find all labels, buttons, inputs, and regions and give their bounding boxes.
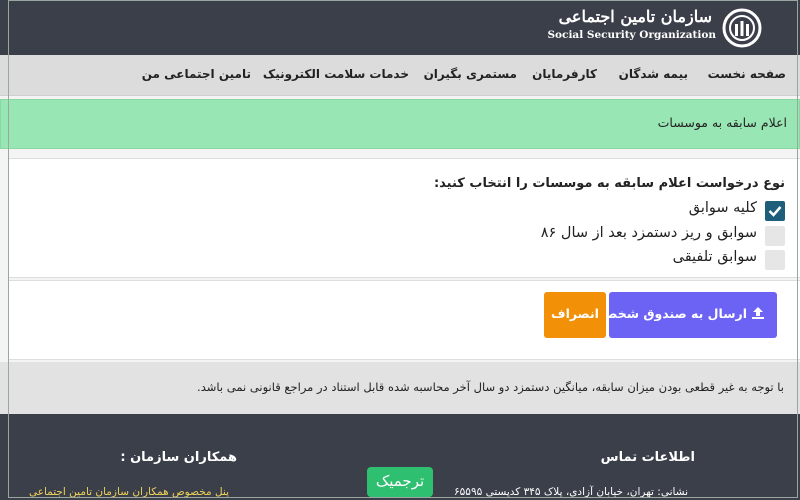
option-all-records[interactable]: کلیه سوابق <box>385 200 785 222</box>
footer-contact-title: اطلاعات تماس <box>600 450 695 465</box>
upload-icon <box>752 307 764 319</box>
disclaimer-text: با توجه به غیر قطعی بودن میزان سابقه، می… <box>197 380 784 394</box>
nav-item-my-sso[interactable]: تامین اجتماعی من <box>142 67 251 81</box>
footer-partners-link[interactable]: پنل مخصوص همکاران سازمان تامین اجتماعی <box>29 486 229 498</box>
send-button-label: ارسال به صندوق شخصی <box>592 306 747 321</box>
option-records-wages-after-86[interactable]: سوابق و ریز دستمزد بعد از سال ۸۶ <box>385 225 785 247</box>
request-type-panel: نوع درخواست اعلام سابقه به موسسات را انت… <box>8 158 800 278</box>
option-combined-records[interactable]: سوابق تلفیقی <box>385 249 785 271</box>
checkbox-combined-records[interactable] <box>765 250 785 270</box>
disclaimer-note: با توجه به غیر قطعی بودن میزان سابقه، می… <box>0 362 800 414</box>
main-nav: صفحه نخست بیمه شدگان کارفرمایان مستمری ب… <box>0 55 800 96</box>
check-icon <box>768 206 782 217</box>
send-to-personal-box-button[interactable]: ارسال به صندوق شخصی <box>593 292 777 338</box>
nav-item-pensioners[interactable]: مستمری بگیران <box>424 67 517 81</box>
cancel-button-label: انصراف <box>551 306 599 321</box>
option-label: سوابق و ریز دستمزد بعد از سال ۸۶ <box>540 225 757 241</box>
checkbox-all-records[interactable] <box>765 201 785 221</box>
nav-item-insured[interactable]: بیمه شدگان <box>619 67 688 81</box>
page-title-band: اعلام سابقه به موسسات <box>0 99 800 149</box>
translate-button-label: ترجمیک <box>375 472 425 490</box>
form-actions: ارسال به صندوق شخصی انصراف <box>8 280 800 360</box>
option-label: سوابق تلفیقی <box>672 249 757 265</box>
option-label: کلیه سوابق <box>688 200 757 216</box>
footer-contact-address: نشانی: تهران، خیابان آزادی، پلاک ۳۴۵ کدپ… <box>454 486 688 498</box>
footer-partners-title: همکاران سازمان : <box>120 450 237 465</box>
logo-title-fa[interactable]: سازمان تامین اجتماعی <box>559 7 712 26</box>
cancel-button[interactable]: انصراف <box>544 292 606 338</box>
site-header: سازمان تامین اجتماعی Social Security Org… <box>0 0 800 55</box>
sso-emblem-icon[interactable] <box>722 8 762 48</box>
nav-item-e-health[interactable]: خدمات سلامت الکترونیک <box>263 67 409 81</box>
logo-title-en[interactable]: Social Security Organization <box>547 29 716 41</box>
checkbox-records-wages-after-86[interactable] <box>765 226 785 246</box>
request-type-question: نوع درخواست اعلام سابقه به موسسات را انت… <box>433 176 785 191</box>
nav-item-employers[interactable]: کارفرمایان <box>532 67 597 81</box>
page-title: اعلام سابقه به موسسات <box>657 115 787 130</box>
translate-button[interactable]: ترجمیک <box>367 467 433 497</box>
nav-item-home[interactable]: صفحه نخست <box>708 67 786 81</box>
